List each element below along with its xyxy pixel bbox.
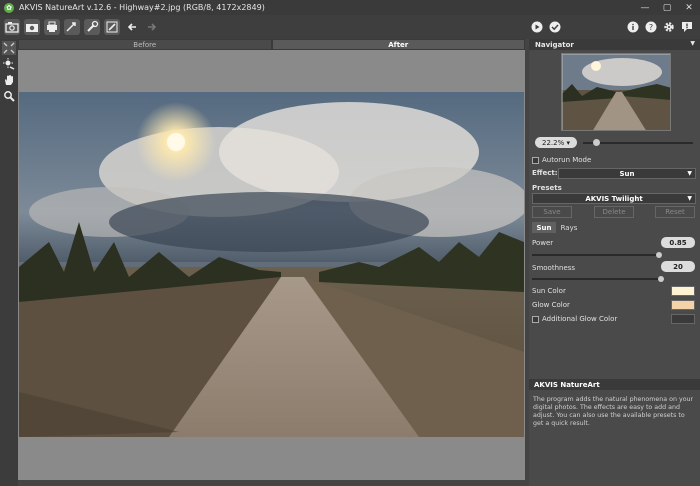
maximize-button[interactable]: ▢ bbox=[656, 0, 678, 15]
preset-value: AKVIS Twilight bbox=[585, 194, 643, 203]
autorun-label: Autorun Mode bbox=[542, 156, 592, 164]
open-image-button[interactable] bbox=[4, 19, 20, 35]
smoothness-label: Smoothness bbox=[532, 264, 576, 272]
autorun-checkbox[interactable] bbox=[532, 156, 539, 164]
arrow-left-icon bbox=[127, 23, 136, 31]
apply-button[interactable] bbox=[549, 19, 561, 35]
hand-tool-button[interactable] bbox=[2, 73, 16, 87]
preferences-button[interactable] bbox=[663, 19, 675, 35]
save-preset-button[interactable]: Save bbox=[532, 206, 572, 218]
canvas-tabs: Before After bbox=[18, 39, 525, 50]
settings-panel: Navigator ▼ 22.2% ▾ Autorun Mode Effect:… bbox=[529, 39, 700, 486]
tab-rays[interactable]: Rays bbox=[557, 222, 581, 233]
smoothness-slider[interactable] bbox=[532, 278, 662, 280]
glow-color-label: Glow Color bbox=[532, 301, 570, 309]
additional-glow-label: Additional Glow Color bbox=[542, 315, 618, 323]
info-title: AKVIS NatureArt bbox=[529, 379, 700, 390]
zoom-field[interactable]: 22.2% ▾ bbox=[535, 137, 577, 148]
sun-color-label: Sun Color bbox=[532, 287, 566, 295]
sun-color-swatch[interactable] bbox=[671, 286, 695, 296]
share-button[interactable] bbox=[64, 19, 80, 35]
before-after-toggle[interactable] bbox=[2, 41, 16, 55]
navigator-header: Navigator ▼ bbox=[529, 39, 700, 50]
effect-value: Sun bbox=[619, 169, 635, 178]
additional-glow-row: Additional Glow Color bbox=[532, 315, 617, 323]
tab-after[interactable]: After bbox=[271, 39, 525, 50]
reset-preset-button[interactable]: Reset bbox=[655, 206, 695, 218]
run-button[interactable] bbox=[531, 19, 543, 35]
redo-button[interactable] bbox=[144, 19, 160, 35]
autorun-row: Autorun Mode bbox=[532, 156, 591, 164]
print-button[interactable] bbox=[44, 19, 60, 35]
open-image-icon bbox=[5, 22, 19, 33]
print-icon bbox=[47, 21, 57, 32]
navigator-thumbnail[interactable] bbox=[561, 53, 671, 131]
brush-icon bbox=[106, 21, 118, 33]
power-label: Power bbox=[532, 239, 554, 247]
zoom-value: 22.2% bbox=[542, 138, 565, 147]
additional-glow-checkbox[interactable] bbox=[532, 315, 539, 323]
app-logo-icon: ✿ bbox=[4, 2, 14, 13]
smoothness-value[interactable]: 20 bbox=[661, 261, 695, 272]
chevron-down-icon: ▼ bbox=[687, 195, 692, 202]
svg-text:?: ? bbox=[649, 23, 653, 32]
toolbar bbox=[0, 15, 700, 39]
wrench-icon bbox=[87, 20, 99, 32]
left-toolbar bbox=[0, 39, 18, 486]
sun-tool-icon bbox=[3, 58, 15, 70]
effect-label: Effect: bbox=[532, 169, 558, 177]
news-button[interactable] bbox=[681, 19, 693, 35]
chevron-down-icon: ▼ bbox=[687, 170, 692, 177]
smoothness-slider-handle[interactable] bbox=[658, 276, 664, 282]
glow-color-swatch[interactable] bbox=[671, 300, 695, 310]
help-icon: ? bbox=[645, 21, 657, 33]
tab-sun[interactable]: Sun bbox=[532, 222, 556, 233]
expand-icon bbox=[3, 42, 15, 54]
settings-tool-button[interactable] bbox=[104, 19, 120, 35]
additional-glow-swatch[interactable] bbox=[671, 314, 695, 324]
power-slider-handle[interactable] bbox=[656, 252, 662, 258]
save-image-button[interactable] bbox=[24, 19, 40, 35]
collapse-icon[interactable]: ▼ bbox=[690, 40, 695, 47]
notification-icon bbox=[682, 22, 692, 32]
info-panel: AKVIS NatureArt The program adds the nat… bbox=[529, 379, 700, 486]
effect-dropdown[interactable]: Sun ▼ bbox=[558, 168, 696, 179]
checkmark-icon bbox=[549, 21, 561, 33]
info-icon bbox=[627, 21, 639, 33]
zoom-slider-handle[interactable] bbox=[593, 139, 600, 146]
presets-label: Presets bbox=[532, 184, 562, 192]
play-icon bbox=[531, 21, 543, 33]
preset-dropdown[interactable]: AKVIS Twilight ▼ bbox=[532, 193, 696, 204]
about-button[interactable] bbox=[627, 19, 639, 35]
magnifier-icon bbox=[4, 91, 15, 102]
undo-button[interactable] bbox=[124, 19, 140, 35]
power-slider[interactable] bbox=[532, 254, 662, 256]
navigator-title: Navigator bbox=[535, 40, 574, 49]
window-title: AKVIS NatureArt v.12.6 - Highway#2.jpg (… bbox=[19, 3, 265, 12]
delete-preset-button[interactable]: Delete bbox=[594, 206, 634, 218]
save-image-icon bbox=[26, 24, 38, 32]
gear-icon bbox=[664, 22, 674, 32]
arrow-right-icon bbox=[148, 23, 157, 31]
info-text: The program adds the natural phenomena o… bbox=[533, 396, 694, 427]
close-button[interactable]: ✕ bbox=[678, 0, 700, 15]
title-bar: ✿ AKVIS NatureArt v.12.6 - Highway#2.jpg… bbox=[0, 0, 700, 15]
help-button[interactable]: ? bbox=[645, 19, 657, 35]
tab-before[interactable]: Before bbox=[18, 39, 272, 50]
share-icon bbox=[66, 22, 76, 32]
sun-tool-button[interactable] bbox=[2, 57, 16, 71]
zoom-tool-button[interactable] bbox=[2, 89, 16, 103]
photo-preview bbox=[19, 92, 524, 437]
minimize-button[interactable]: — bbox=[634, 0, 656, 15]
image-canvas[interactable] bbox=[18, 50, 525, 480]
hand-icon bbox=[5, 75, 13, 85]
batch-button[interactable] bbox=[84, 19, 100, 35]
power-value[interactable]: 0.85 bbox=[661, 237, 695, 248]
